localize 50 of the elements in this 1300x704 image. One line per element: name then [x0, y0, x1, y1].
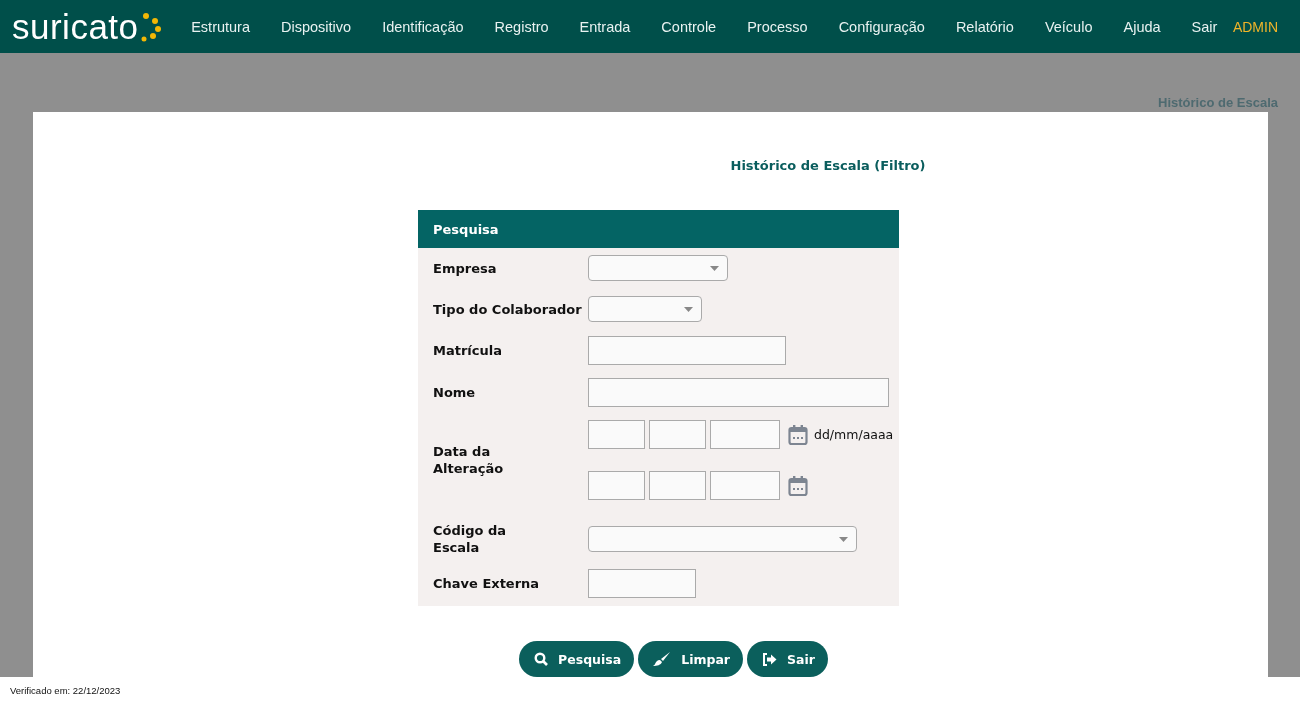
field-label: Tipo do Colaborador [433, 300, 583, 318]
search-icon [534, 652, 549, 666]
nav-item[interactable]: Veículo [1029, 18, 1108, 35]
form-title: Pesquisa [433, 221, 499, 237]
nav-item[interactable]: Entrada [564, 18, 646, 35]
page-title: Histórico de Escala (Filtro) [730, 158, 926, 175]
field-label: Empresa [433, 259, 498, 277]
action-button[interactable]: Pesquisa [519, 641, 635, 677]
month-field[interactable] [649, 420, 706, 449]
logo-dots-icon [139, 11, 162, 42]
logo-text: suricato [12, 9, 139, 44]
dropdown[interactable] [588, 296, 702, 322]
action-button[interactable]: Sair [747, 641, 828, 677]
dropdown[interactable] [588, 255, 728, 281]
caret-icon [710, 265, 719, 271]
calendar-icon[interactable] [788, 474, 808, 497]
input-field[interactable] [588, 569, 696, 598]
nav-item[interactable]: Configuração [823, 18, 941, 35]
caret-icon [839, 536, 848, 542]
date-format-hint: dd/mm/aaaa [814, 427, 894, 442]
nav-item[interactable]: Relatório [940, 18, 1030, 35]
year-field[interactable] [710, 471, 780, 500]
field-label: Chave Externa [433, 575, 541, 592]
year-field[interactable] [710, 420, 780, 449]
nav-item[interactable]: Controle [645, 18, 732, 35]
field-label: Nome [433, 384, 477, 401]
nav-item[interactable]: Estrutura [175, 18, 266, 35]
verification-date: Verificado em: 22/12/2023 [10, 685, 121, 696]
field-label: Matrícula [433, 342, 503, 359]
nav-item[interactable]: Ajuda [1108, 18, 1177, 35]
brush-icon [653, 652, 672, 666]
input-field[interactable] [588, 336, 786, 365]
nav-item[interactable]: Registro [479, 18, 565, 35]
breadcrumb: Histórico de Escala [1158, 95, 1278, 110]
caret-icon [684, 306, 693, 312]
nav-item[interactable]: Identificação [366, 18, 480, 35]
input-field[interactable] [588, 378, 889, 407]
sign-out-icon [762, 652, 777, 666]
day-field[interactable] [588, 471, 645, 500]
calendar-icon[interactable] [788, 423, 808, 446]
action-button[interactable]: Limpar [638, 641, 743, 677]
day-field[interactable] [588, 420, 645, 449]
month-field[interactable] [649, 471, 706, 500]
nav-item[interactable]: Processo [731, 18, 824, 35]
nav-item[interactable]: Sair [1176, 18, 1233, 35]
nav-item[interactable]: Dispositivo [265, 18, 367, 35]
field-label: Data da Alteração [433, 443, 505, 477]
dropdown[interactable] [588, 526, 857, 552]
field-label: Código da Escala [433, 522, 508, 556]
user-name[interactable]: ADMIN [1232, 18, 1278, 35]
